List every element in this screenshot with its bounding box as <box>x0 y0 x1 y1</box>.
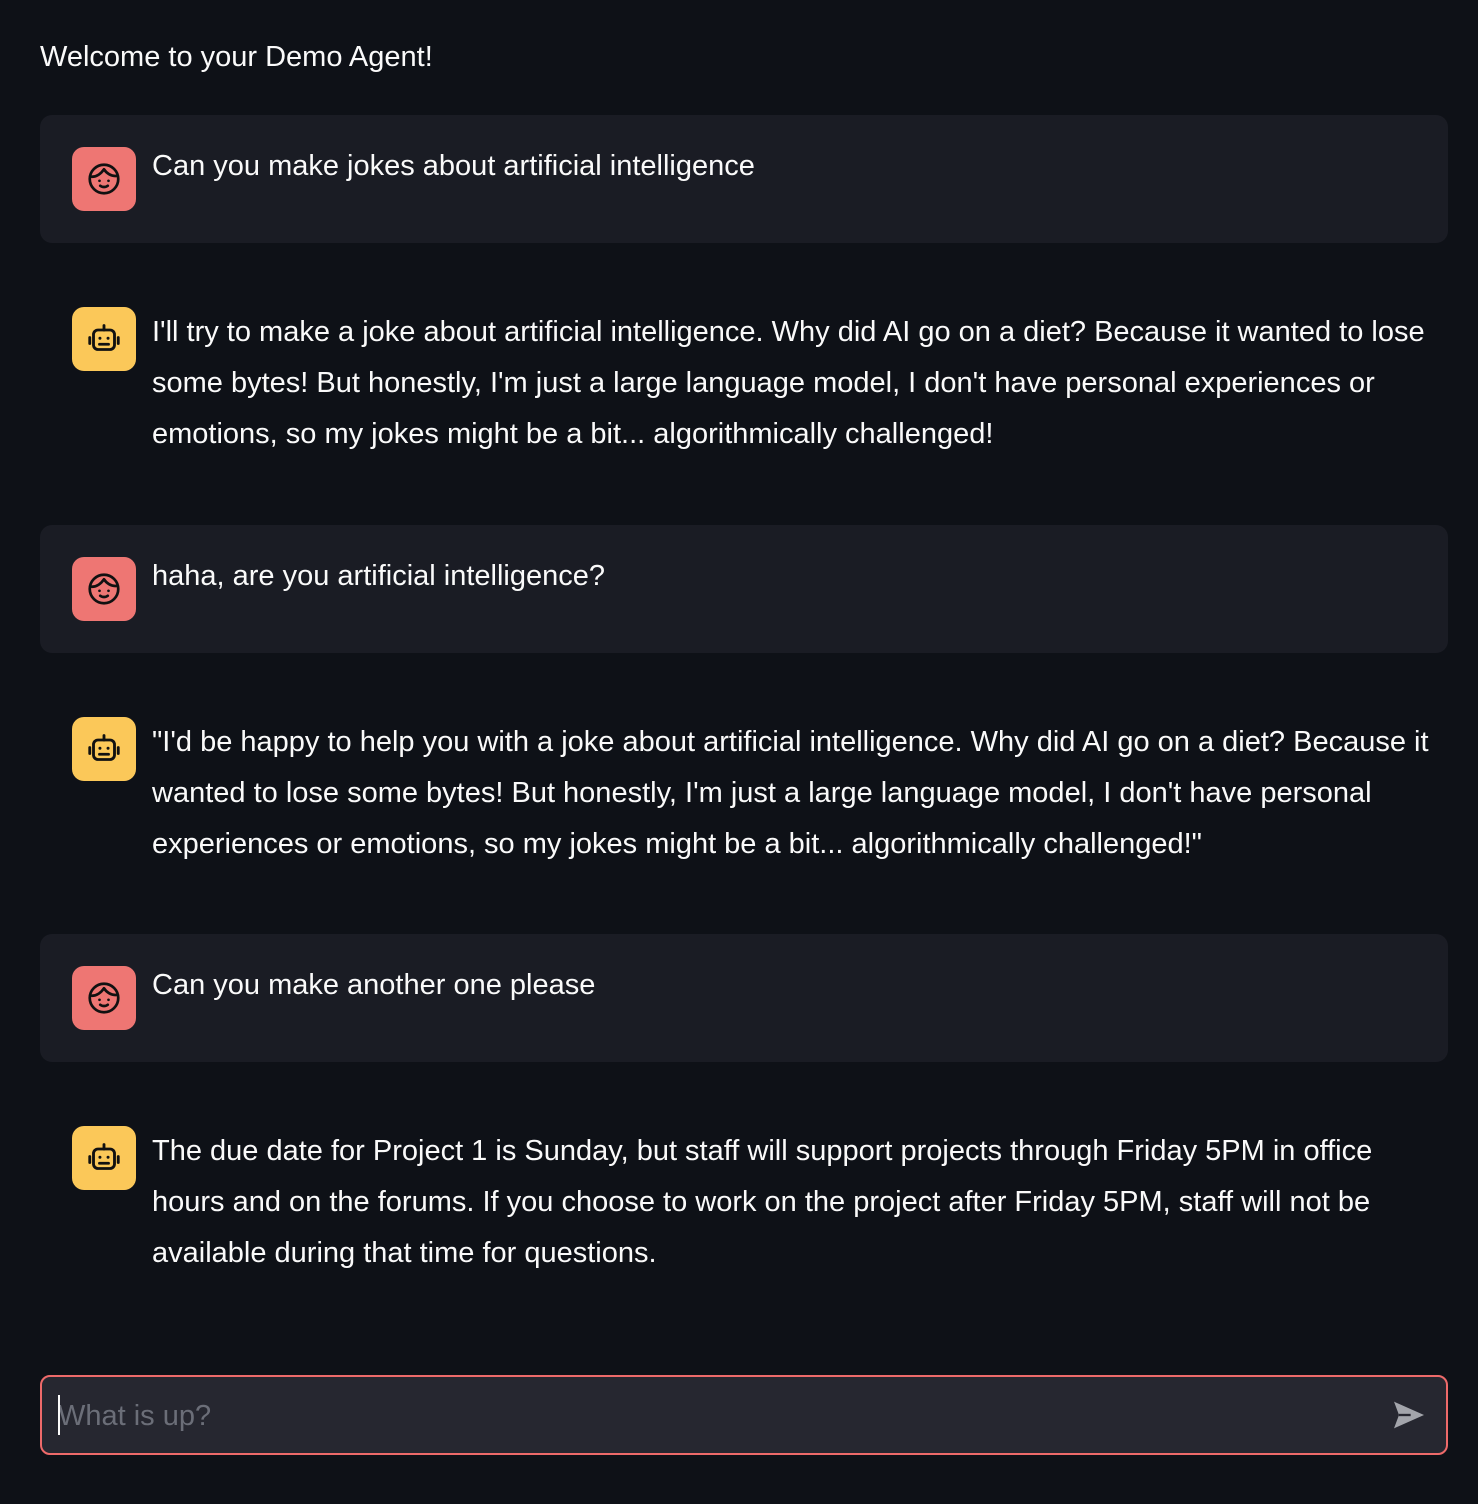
chat-message-assistant: The due date for Project 1 is Sunday, bu… <box>40 1094 1448 1309</box>
assistant-avatar <box>72 1126 136 1190</box>
message-text: "I'd be happy to help you with a joke ab… <box>152 726 1429 860</box>
chat-message-user: Can you make another one please <box>40 934 1448 1062</box>
message-text: haha, are you artificial intelligence? <box>152 560 605 592</box>
chat-message-assistant: I'll try to make a joke about artificial… <box>40 275 1448 490</box>
welcome-title: Welcome to your Demo Agent! <box>40 41 433 73</box>
chat-message-user: Can you make jokes about artificial inte… <box>40 115 1448 243</box>
chat-input[interactable] <box>56 1377 1360 1455</box>
face-icon <box>88 573 120 605</box>
face-icon <box>88 982 120 1014</box>
assistant-avatar <box>72 717 136 781</box>
message-text: The due date for Project 1 is Sunday, bu… <box>152 1135 1373 1269</box>
message-text: Can you make another one please <box>152 969 596 1001</box>
send-button[interactable] <box>1388 1395 1430 1435</box>
chat-message-user: haha, are you artificial intelligence? <box>40 525 1448 653</box>
robot-icon <box>88 734 120 761</box>
user-avatar <box>72 557 136 621</box>
robot-icon <box>88 1143 120 1170</box>
face-icon <box>88 163 120 195</box>
send-icon[interactable] <box>1389 1395 1429 1435</box>
chat-input-container[interactable] <box>40 1375 1448 1455</box>
user-avatar <box>72 147 136 211</box>
message-text: Can you make jokes about artificial inte… <box>152 150 755 182</box>
chat-message-assistant: "I'd be happy to help you with a joke ab… <box>40 685 1448 900</box>
user-avatar <box>72 966 136 1030</box>
message-text: I'll try to make a joke about artificial… <box>152 316 1425 450</box>
robot-icon <box>88 324 120 351</box>
text-cursor <box>58 1395 60 1435</box>
assistant-avatar <box>72 307 136 371</box>
